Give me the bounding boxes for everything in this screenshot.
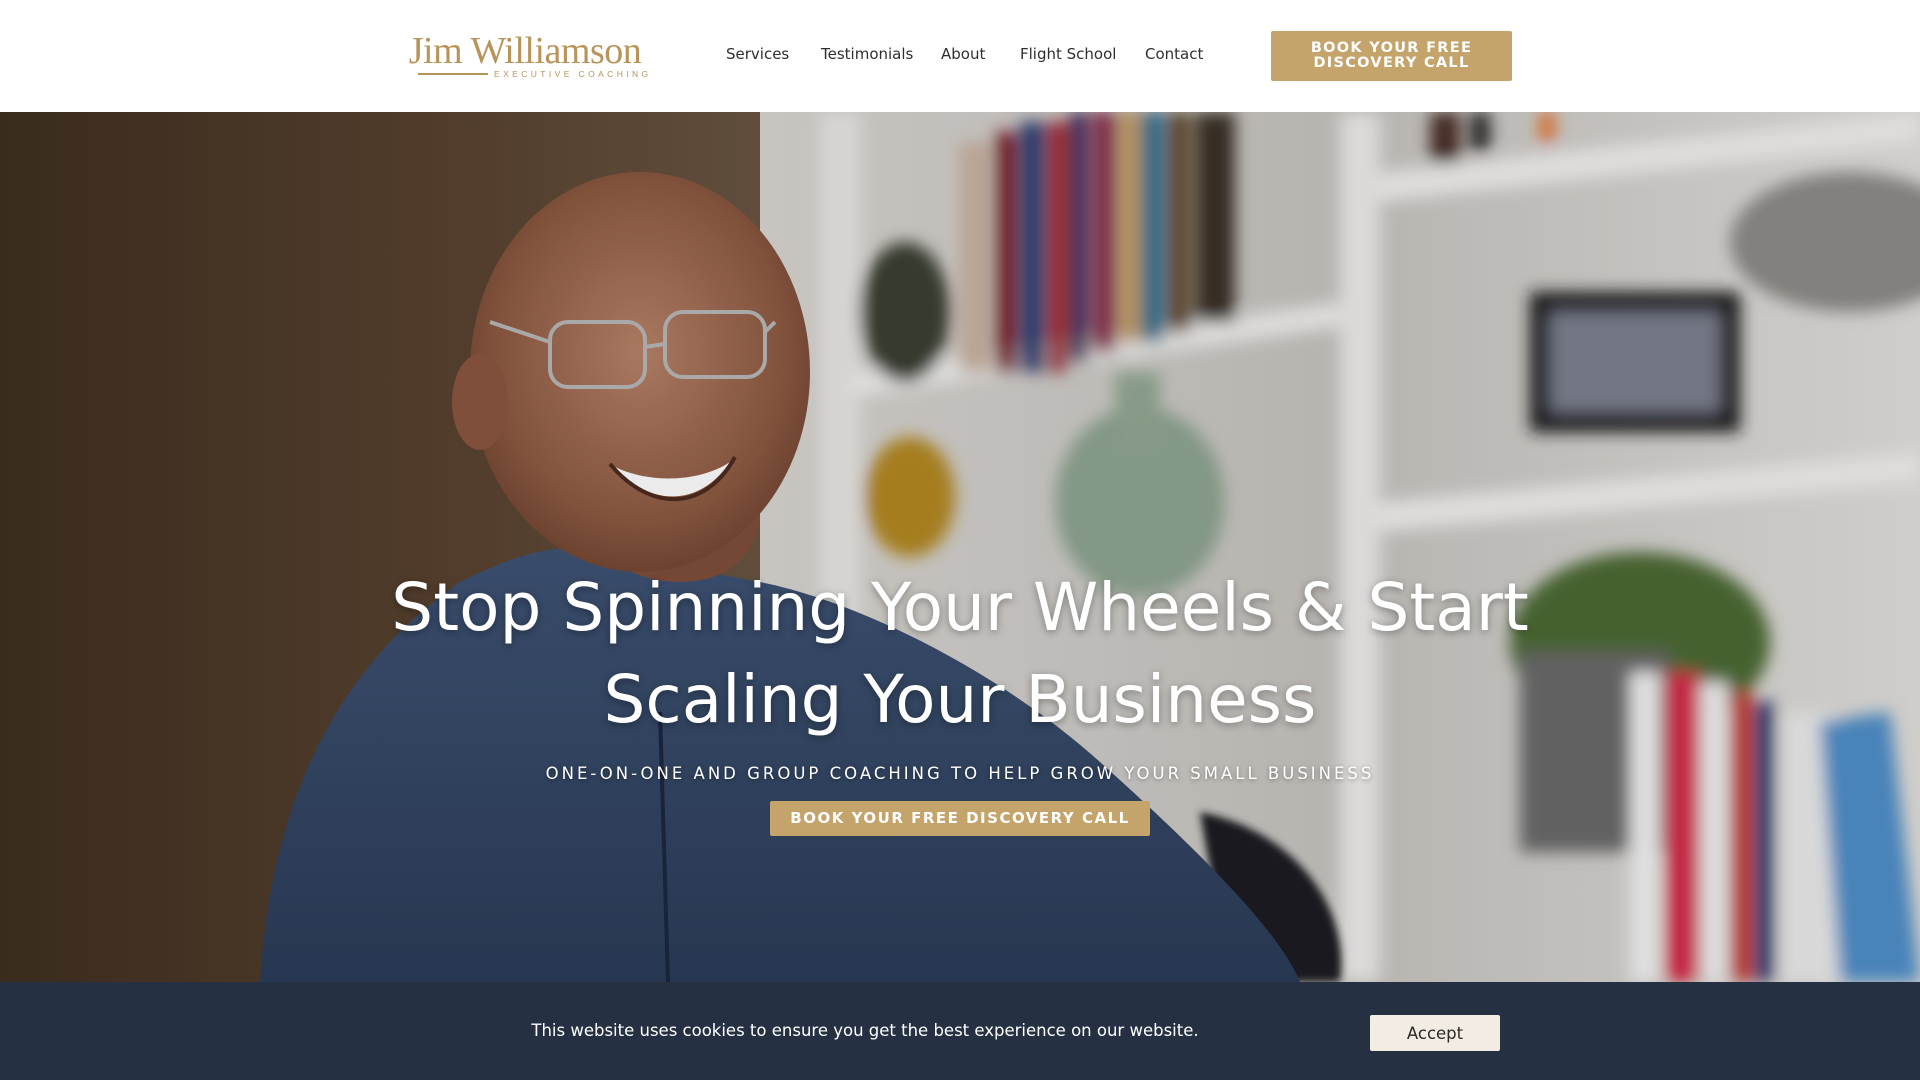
cookie-accept-button[interactable]: Accept bbox=[1370, 1015, 1500, 1051]
nav-item-testimonials[interactable]: Testimonials bbox=[821, 45, 913, 63]
site-header: Jim Williamson EXECUTIVE COACHING Servic… bbox=[0, 0, 1920, 112]
hero-section: Stop Spinning Your Wheels & Start Scalin… bbox=[0, 112, 1920, 982]
hero-title: Stop Spinning Your Wheels & Start Scalin… bbox=[391, 569, 1529, 738]
cookie-banner: This website uses cookies to ensure you … bbox=[0, 982, 1920, 1080]
nav-item-flight-school[interactable]: Flight School bbox=[1020, 45, 1116, 63]
hero-subtitle: ONE-ON-ONE AND GROUP COACHING TO HELP GR… bbox=[545, 764, 1375, 783]
cookie-message-text: This website uses cookies to ensure you … bbox=[531, 1021, 1199, 1040]
logo-rule bbox=[418, 73, 488, 75]
hero-book-call-button[interactable]: BOOK YOUR FREE DISCOVERY CALL bbox=[770, 801, 1150, 836]
hero-overlay bbox=[0, 112, 1920, 982]
logo-tagline: EXECUTIVE COACHING bbox=[494, 69, 652, 79]
logo-name: Jim Williamson bbox=[408, 30, 642, 72]
header-book-call-button[interactable]: BOOK YOUR FREE DISCOVERY CALL bbox=[1271, 31, 1512, 81]
nav-item-services[interactable]: Services bbox=[726, 45, 789, 63]
nav-item-contact[interactable]: Contact bbox=[1145, 45, 1203, 63]
nav-item-about[interactable]: About bbox=[941, 45, 985, 63]
logo[interactable]: Jim Williamson EXECUTIVE COACHING bbox=[400, 30, 650, 80]
